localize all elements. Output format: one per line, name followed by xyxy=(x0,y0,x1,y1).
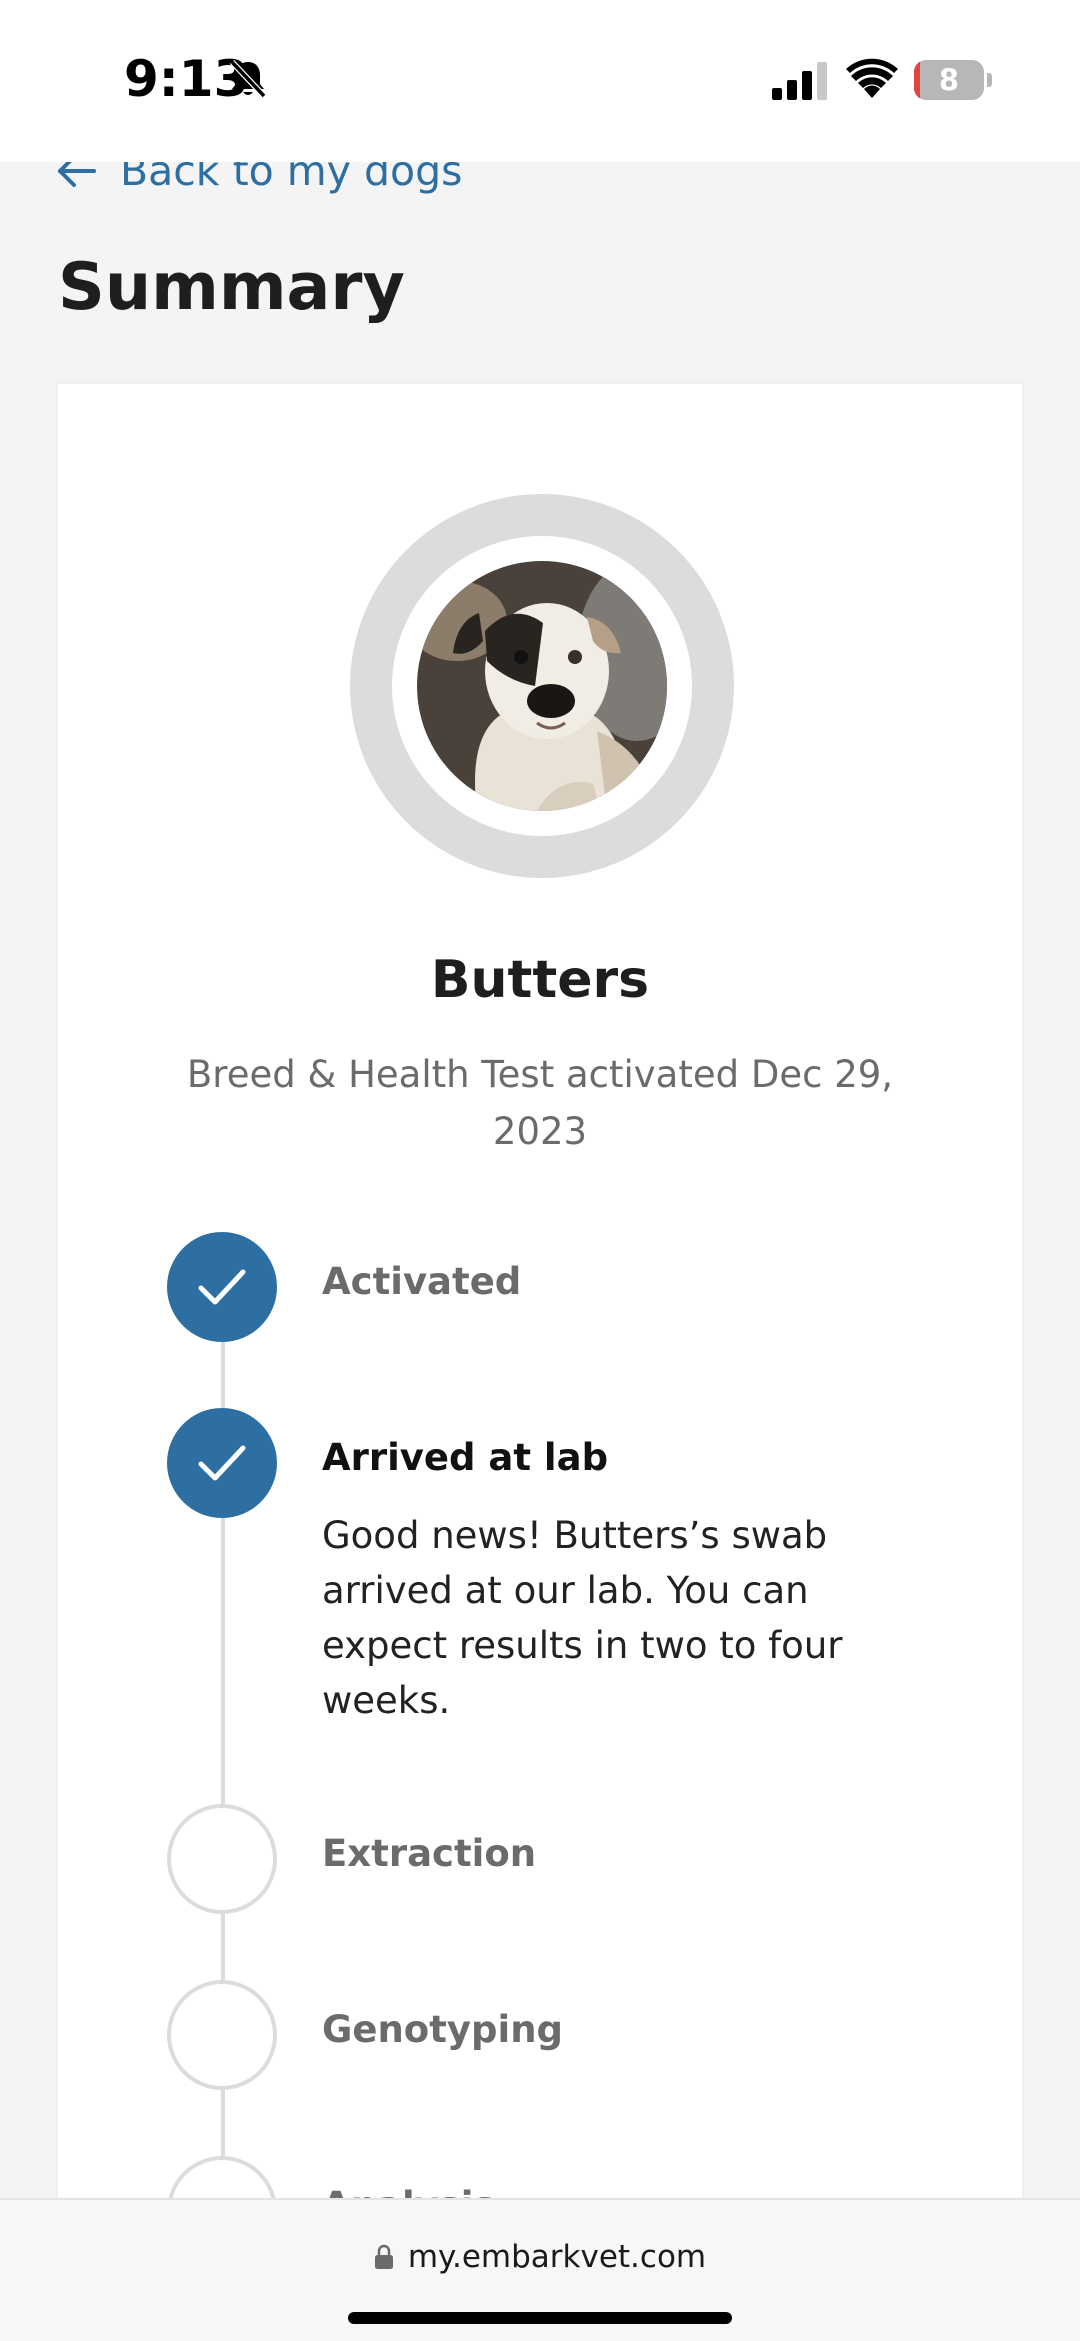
checkmark-icon xyxy=(198,1445,246,1481)
avatar-progress-ring xyxy=(350,494,734,878)
battery-nub xyxy=(987,73,992,87)
status-bar: 9:13 8 xyxy=(0,0,1080,162)
browser-address-bar[interactable]: my.embarkvet.com xyxy=(0,2198,1080,2341)
step-genotyping-label: Genotyping xyxy=(322,2008,564,2051)
step-arrived-label: Arrived at lab xyxy=(322,1436,609,1479)
battery-indicator: 8 xyxy=(914,60,992,100)
dog-summary-card: Butters Breed & Health Test activated De… xyxy=(58,384,1022,2284)
battery-level: 8 xyxy=(938,63,960,97)
avatar-ring-inner xyxy=(392,536,692,836)
checkmark-icon xyxy=(198,1269,246,1305)
page-title: Summary xyxy=(58,250,405,325)
url-text: my.embarkvet.com xyxy=(407,2239,707,2275)
lock-icon xyxy=(374,2244,393,2269)
dog-photo-image xyxy=(417,561,667,811)
step-activated-label: Activated xyxy=(322,1260,522,1303)
wifi-icon xyxy=(846,58,898,98)
battery-body: 8 xyxy=(914,60,984,100)
step-extraction-indicator xyxy=(167,1804,277,1914)
cellular-signal-icon xyxy=(772,62,827,100)
step-extraction-label: Extraction xyxy=(322,1832,537,1875)
step-arrived-indicator xyxy=(167,1408,277,1518)
dog-avatar xyxy=(417,561,667,811)
step-activated-indicator xyxy=(167,1232,277,1342)
step-genotyping-indicator xyxy=(167,1980,277,2090)
home-indicator[interactable] xyxy=(348,2312,732,2324)
bell-slash-icon xyxy=(229,59,267,99)
activation-status: Breed & Health Test activated Dec 29, 20… xyxy=(186,1053,894,1153)
app-screen: 9:13 8 Back to my dogs Summary Butters B… xyxy=(0,0,1080,2341)
dog-name: Butters xyxy=(430,950,650,1010)
step-arrived-description: Good news! Butters’s swab arrived at our… xyxy=(322,1514,843,1722)
url-row[interactable]: my.embarkvet.com xyxy=(0,2232,1080,2282)
